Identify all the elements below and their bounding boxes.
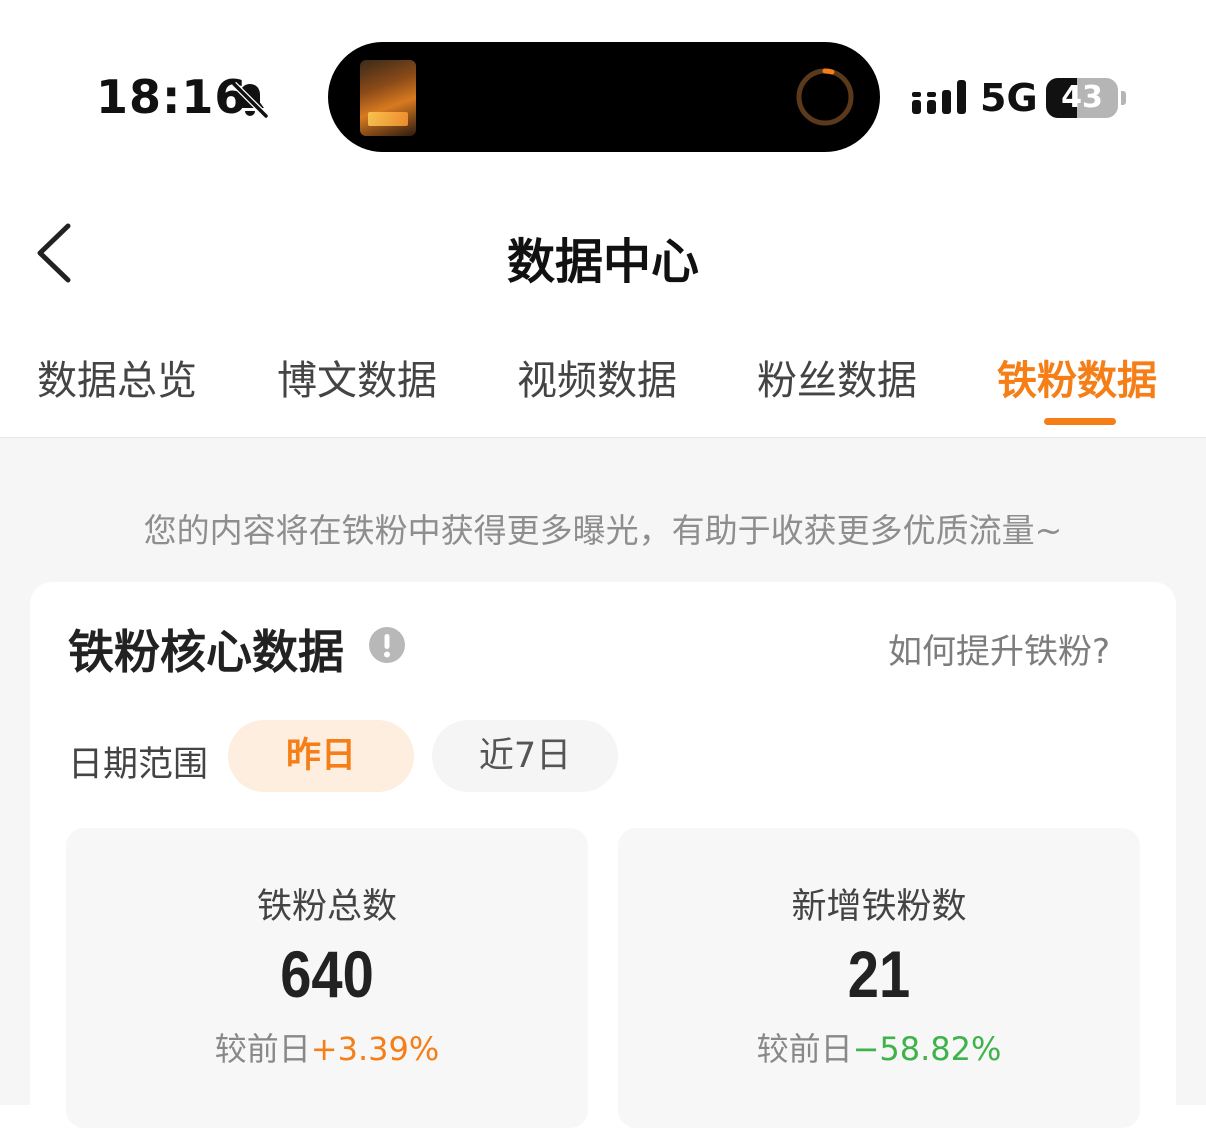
- stat-compare: 较前日+3.39%: [66, 1024, 588, 1070]
- change-value: +3.39%: [310, 1030, 440, 1068]
- stat-label: 铁粉总数: [256, 887, 397, 927]
- tab-overview[interactable]: 数据总览: [37, 348, 197, 406]
- tab-videos[interactable]: 视频数据: [517, 348, 677, 406]
- cellular-signal-icon: [912, 80, 966, 114]
- card-title: 铁粉核心数据: [68, 625, 344, 679]
- battery-cap: [1121, 91, 1126, 105]
- stat-compare: 较前日−58.82%: [618, 1024, 1140, 1070]
- page-title: 数据中心: [506, 234, 699, 290]
- stat-label: 新增铁粉数: [791, 887, 967, 927]
- bell-muted-icon: [231, 81, 269, 119]
- status-time: 18:16: [96, 70, 248, 124]
- tab-fans[interactable]: 粉丝数据: [757, 348, 917, 406]
- active-tab-indicator: [1044, 418, 1116, 425]
- progress-ring-icon: [796, 68, 854, 126]
- stat-value: 640: [280, 937, 374, 1011]
- stat-value: 21: [847, 937, 911, 1011]
- change-value: −58.82%: [852, 1030, 1002, 1068]
- range-7days-button[interactable]: 近7日: [432, 720, 618, 792]
- tab-posts[interactable]: 博文数据: [277, 348, 437, 406]
- now-playing-thumbnail[interactable]: [360, 60, 416, 136]
- range-yesterday-button[interactable]: 昨日: [228, 720, 414, 792]
- compare-prefix: 较前日: [214, 1030, 311, 1068]
- tab-iron-fans[interactable]: 铁粉数据: [997, 348, 1157, 406]
- battery-indicator: 43: [1046, 78, 1118, 118]
- tip-text: 您的内容将在铁粉中获得更多曝光，有助于收获更多优质流量~: [143, 511, 1063, 550]
- date-range-label: 日期范围: [68, 745, 209, 785]
- network-type: 5G: [980, 76, 1038, 120]
- how-to-improve-link[interactable]: 如何提升铁粉?: [888, 624, 1110, 673]
- info-circle-icon[interactable]: [368, 626, 406, 664]
- compare-prefix: 较前日: [756, 1030, 853, 1068]
- battery-level: 43: [1061, 80, 1103, 115]
